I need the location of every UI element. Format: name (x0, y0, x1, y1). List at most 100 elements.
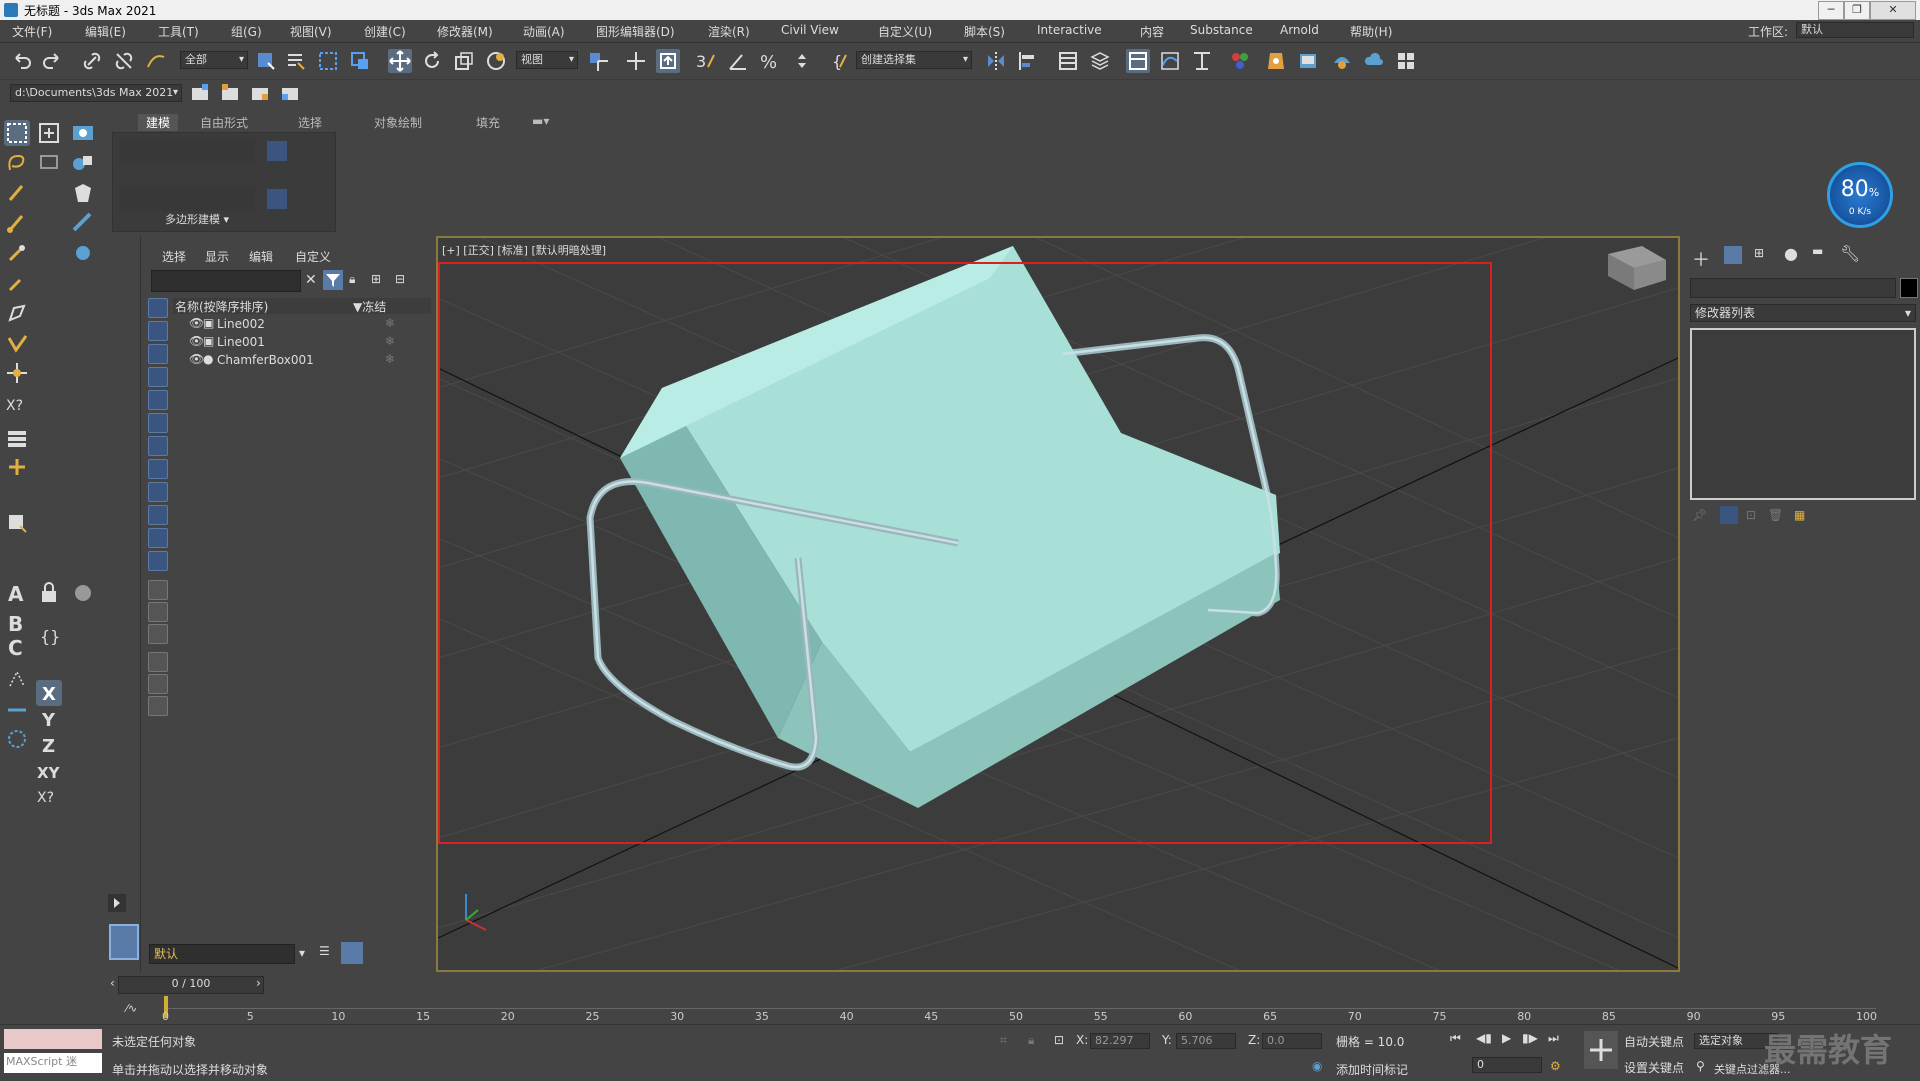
freeze-icon[interactable]: ❄ (385, 316, 395, 330)
axis-x-icon[interactable]: X (36, 680, 62, 706)
object-color-swatch[interactable] (1900, 278, 1918, 298)
menu-group[interactable]: 组(G) (231, 23, 262, 40)
mirror-icon[interactable] (984, 49, 1008, 73)
workspace-select[interactable]: 默认 (1796, 22, 1914, 38)
text-c-icon[interactable]: C (4, 634, 30, 660)
pin-icon[interactable] (4, 240, 30, 266)
clear-search-icon[interactable]: ✕ (305, 272, 317, 288)
ruler-icon[interactable] (70, 210, 96, 236)
paint-brush-icon[interactable] (4, 180, 30, 206)
render-setup-icon[interactable] (1264, 49, 1288, 73)
menu-modifiers[interactable]: 修改器(M) (437, 23, 493, 40)
y-coord-field[interactable]: 5.706 (1176, 1033, 1236, 1049)
axis-xq-icon[interactable]: X? (36, 782, 62, 808)
ribbon-tab-selection[interactable]: 选择 (298, 114, 322, 131)
minimize-button[interactable]: ─ (1818, 1, 1844, 20)
box-select-icon[interactable] (4, 510, 30, 536)
layer-manager-icon[interactable] (341, 942, 363, 964)
curve-editor-icon[interactable] (1158, 49, 1182, 73)
visibility-eye-icon[interactable]: 👁︎ (189, 352, 204, 366)
add-icon[interactable] (4, 454, 30, 480)
hierarchy-icon[interactable]: ⊞ (371, 272, 381, 286)
display-invert-icon[interactable] (148, 624, 168, 644)
menu-substance[interactable]: Substance (1190, 23, 1253, 37)
axis-z-icon[interactable]: Z (36, 732, 62, 758)
display-tab-icon[interactable]: ▬ (1812, 244, 1823, 258)
ribbon-tool-icon[interactable] (267, 141, 287, 161)
undo-icon[interactable] (10, 49, 34, 73)
ribbon-tab-freeform[interactable]: 自由形式 (200, 114, 248, 131)
snapshot-icon[interactable] (70, 120, 96, 146)
menu-help[interactable]: 帮助(H) (1350, 23, 1392, 40)
utilities-tab-icon[interactable]: 🔧︎ (1840, 244, 1860, 263)
explorer-tab-display[interactable]: 显示 (205, 248, 229, 265)
bind-space-warp-icon[interactable] (144, 49, 168, 73)
a360-gallery-icon[interactable] (1394, 49, 1418, 73)
expand-arrow-icon[interactable] (108, 894, 126, 912)
table-row[interactable]: 👁︎ ● ChamferBox001 ❄ (173, 352, 431, 369)
paint-select-icon[interactable] (36, 150, 62, 176)
explorer-tab-customize[interactable]: 自定义 (295, 248, 331, 265)
render-cloud-icon[interactable] (1362, 49, 1386, 73)
prev-frame-icon[interactable]: ‹ (110, 976, 115, 990)
modifier-stack[interactable] (1690, 328, 1916, 500)
frame-counter[interactable]: 0 / 100 (118, 976, 264, 994)
set-key-button[interactable]: 设置关键点 (1624, 1059, 1684, 1076)
create-tab-icon[interactable]: ＋ (1692, 246, 1710, 272)
render-production-icon[interactable] (1330, 49, 1354, 73)
filter-frozen-icon[interactable] (148, 528, 168, 548)
text-b-icon[interactable]: B (4, 610, 30, 636)
go-to-end-icon[interactable]: ⏭ (1548, 1031, 1559, 1046)
axis-xy-icon[interactable]: XY (36, 758, 62, 784)
set-project-icon[interactable] (278, 82, 302, 106)
close-button[interactable]: ✕ (1870, 1, 1916, 20)
next-frame-icon[interactable]: › (256, 976, 261, 990)
column-name-header[interactable]: 名称(按降序排序) (175, 298, 268, 315)
paint-icon[interactable] (4, 210, 30, 236)
make-unique-icon[interactable]: ⊡ (1746, 508, 1756, 522)
filter-shapes-icon[interactable] (148, 321, 168, 341)
filter-geometry-icon[interactable] (148, 298, 168, 318)
curve-editor-mini-icon[interactable]: ⁄∿ (126, 1002, 137, 1015)
select-icon[interactable] (4, 120, 30, 146)
menu-animation[interactable]: 动画(A) (523, 23, 565, 40)
stack-icon[interactable] (4, 426, 30, 452)
project-folder-icon[interactable] (188, 82, 212, 106)
filter-hidden-icon[interactable] (148, 551, 168, 571)
menu-tools[interactable]: 工具(T) (158, 23, 199, 40)
axis-y-icon[interactable]: Y (36, 706, 62, 732)
ring-icon[interactable] (4, 726, 30, 752)
edge-icon[interactable] (4, 694, 30, 720)
folder-icon[interactable] (148, 696, 168, 716)
lock-selection-icon[interactable]: 🔒︎ (349, 272, 355, 287)
display-all-icon[interactable] (148, 580, 168, 600)
project-path-dropdown[interactable]: d:\Documents\3ds Max 2021 (10, 84, 182, 102)
ribbon-tool-icon[interactable] (267, 189, 287, 209)
select-region-icon[interactable] (36, 120, 62, 146)
filter-lights-icon[interactable] (148, 344, 168, 364)
explorer-search-input[interactable] (151, 270, 301, 292)
funnel-icon[interactable] (148, 652, 168, 672)
filter-bones-icon[interactable] (148, 482, 168, 502)
perspective-viewport[interactable]: [+] [正交] [标准] [默认明暗处理] (436, 236, 1680, 972)
filter-icon[interactable] (323, 270, 343, 290)
menu-content[interactable]: 内容 (1140, 23, 1164, 40)
polygon-modeling-label[interactable]: 多边形建模 ▾ (165, 211, 229, 227)
sphere-select-icon[interactable] (70, 240, 96, 266)
select-by-name-icon[interactable] (284, 49, 308, 73)
keyboard-shortcut-override-icon[interactable] (656, 49, 680, 73)
time-tag-icon[interactable]: ◉ (1312, 1059, 1322, 1073)
modify-tab-icon[interactable] (1724, 246, 1742, 264)
snaps-toggle-icon[interactable]: 3 (694, 49, 718, 73)
edit-named-selection-icon[interactable]: { (828, 49, 852, 73)
auto-key-button[interactable]: 自动关键点 (1624, 1033, 1684, 1050)
cloth-icon[interactable] (70, 180, 96, 206)
shapes-icon[interactable] (70, 150, 96, 176)
xform-icon[interactable]: X? (4, 390, 30, 416)
filter-groups-icon[interactable] (148, 436, 168, 456)
time-config-icon[interactable]: ⚙ (1550, 1059, 1561, 1073)
set-key-icon[interactable] (1584, 1031, 1618, 1069)
explorer-selector-icon[interactable] (109, 924, 139, 960)
selection-filter-dropdown[interactable]: 全部 (180, 51, 248, 69)
filter-spacewarps-icon[interactable] (148, 413, 168, 433)
